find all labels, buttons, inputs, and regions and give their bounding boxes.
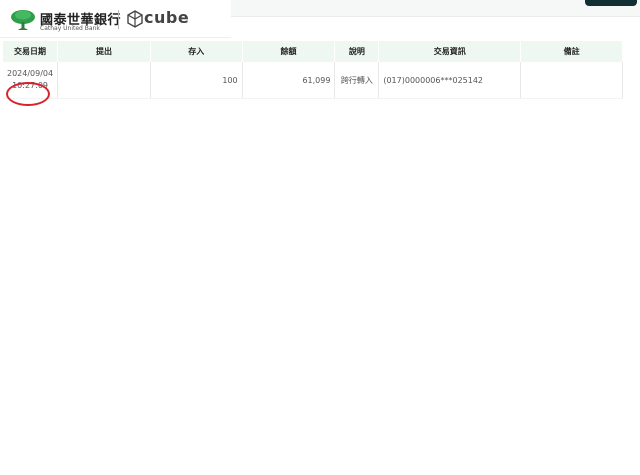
header-description: 說明 xyxy=(334,41,380,62)
cell-withdraw xyxy=(57,62,151,99)
highlight-circle xyxy=(6,82,50,106)
cell-deposit: 100 xyxy=(150,62,243,99)
transaction-table: 交易日期 提出 存入 餘額 說明 交易資訊 備註 2024/09/04 10:2… xyxy=(3,41,623,106)
cell-note xyxy=(520,62,623,99)
bank-logo: 國泰世華銀行 Cathay United Bank cube xyxy=(0,0,231,37)
header-balance: 餘額 xyxy=(242,41,336,62)
cube-icon xyxy=(127,10,143,28)
cell-date: 2024/09/04 10:27:09 xyxy=(3,62,59,106)
header-note: 備註 xyxy=(520,41,623,62)
table-header-row: 交易日期 提出 存入 餘額 說明 交易資訊 備註 xyxy=(3,41,623,62)
header-withdraw: 提出 xyxy=(57,41,151,62)
header-deposit: 存入 xyxy=(150,41,243,62)
cell-balance: 61,099 xyxy=(242,62,336,99)
cell-info: (017)0000006***025142 xyxy=(378,62,522,99)
tree-icon xyxy=(11,10,35,30)
transaction-date: 2024/09/04 xyxy=(7,69,54,78)
cell-description: 跨行轉入 xyxy=(334,62,380,99)
bank-name-en: Cathay United Bank xyxy=(40,25,100,32)
header-info: 交易資訊 xyxy=(378,41,522,62)
cube-wordmark: cube xyxy=(144,8,190,27)
header-date: 交易日期 xyxy=(3,41,59,62)
table-row: 2024/09/04 10:27:09 100 61,099 跨行轉入 (017… xyxy=(3,62,623,106)
logo-divider xyxy=(118,10,119,29)
top-action-button[interactable] xyxy=(585,0,637,6)
